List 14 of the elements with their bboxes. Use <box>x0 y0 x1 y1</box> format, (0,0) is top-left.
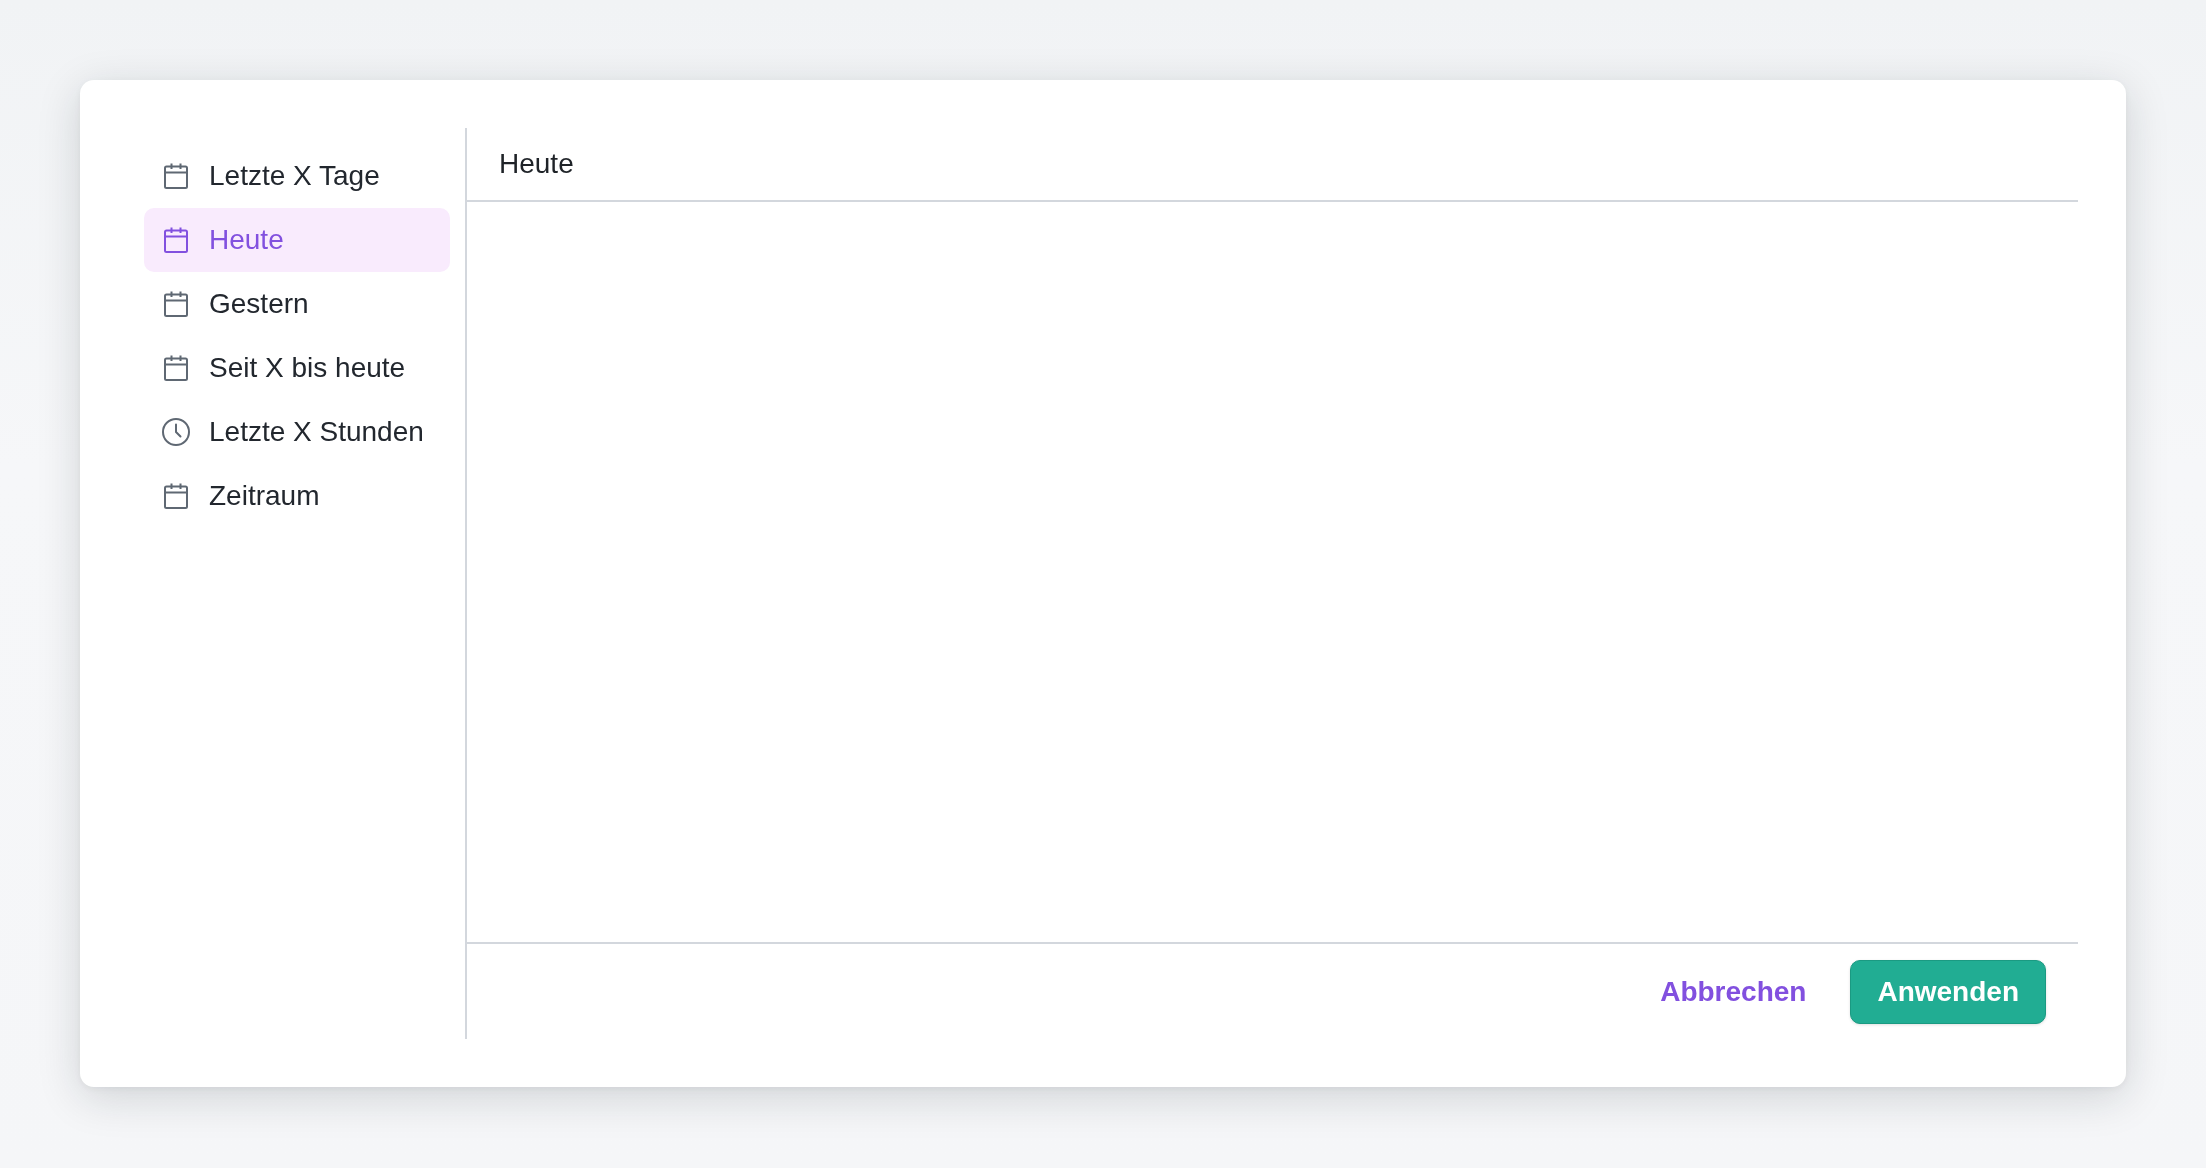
sidebar-item[interactable]: Heute <box>144 208 450 272</box>
sidebar-item[interactable]: Letzte X Stunden <box>144 400 450 464</box>
calendar-icon <box>164 163 188 189</box>
clock-icon <box>162 418 190 446</box>
calendar-icon <box>164 227 188 253</box>
sidebar-item[interactable]: Gestern <box>144 272 450 336</box>
sidebar-item[interactable]: Seit X bis heute <box>144 336 450 400</box>
sidebar-item[interactable]: Zeitraum <box>144 464 450 528</box>
calendar-icon <box>164 483 188 509</box>
panel-title: Heute <box>499 148 574 180</box>
sidebar-item[interactable]: Letzte X Tage <box>144 144 450 208</box>
calendar-icon <box>164 291 188 317</box>
cancel-button[interactable]: Abbrechen <box>1658 959 1809 1024</box>
calendar-icon <box>164 355 188 381</box>
